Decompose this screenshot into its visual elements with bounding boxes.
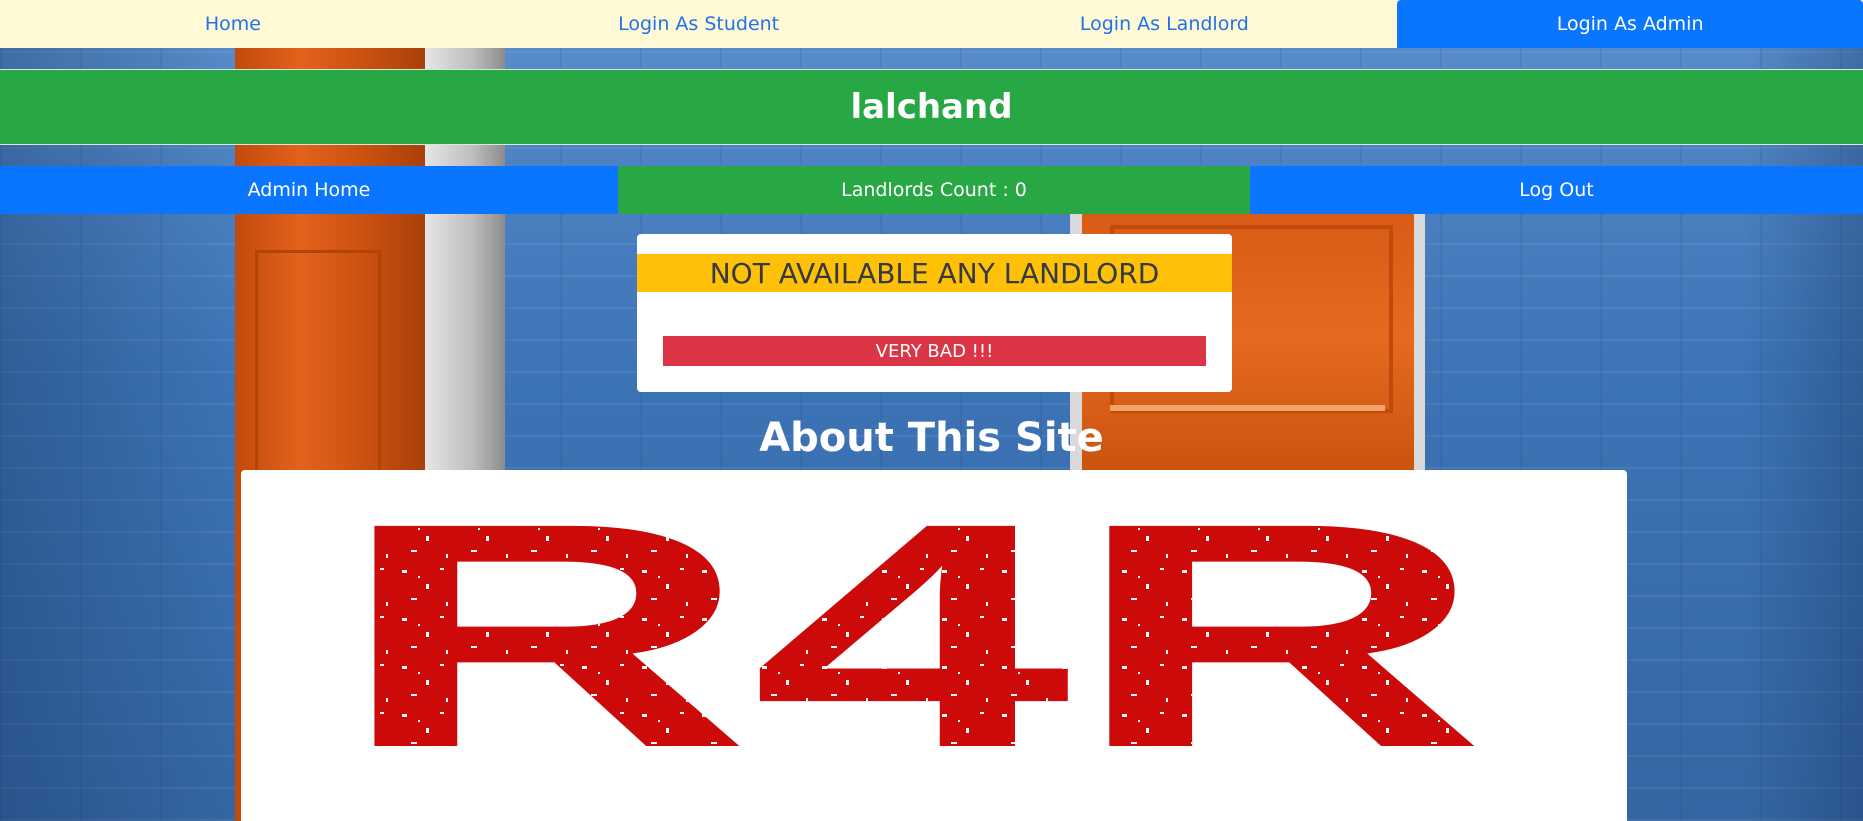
top-navigation: Home Login As Student Login As Landlord … <box>0 0 1863 48</box>
page-title: lalchand <box>850 87 1013 127</box>
no-landlord-warning: NOT AVAILABLE ANY LANDLORD <box>637 254 1232 292</box>
logo-texture: R4R <box>336 514 1486 754</box>
nav-home-link[interactable]: Home <box>0 0 466 48</box>
status-alert: VERY BAD !!! <box>663 336 1206 366</box>
nav-login-student-link[interactable]: Login As Student <box>466 0 932 48</box>
nav-login-landlord-link[interactable]: Login As Landlord <box>932 0 1398 48</box>
header-bar: lalchand <box>0 69 1863 145</box>
nav-login-admin-link[interactable]: Login As Admin <box>1397 0 1863 48</box>
landlords-count-badge: Landlords Count : 0 <box>618 166 1250 214</box>
admin-toolbar: Admin Home Landlords Count : 0 Log Out <box>0 166 1863 214</box>
notice-card: NOT AVAILABLE ANY LANDLORD VERY BAD !!! <box>637 234 1232 392</box>
site-logo: R4R R4R <box>336 514 1486 754</box>
about-card: R4R R4R <box>241 470 1627 821</box>
logo-svg: R4R R4R <box>336 514 1486 754</box>
about-heading: About This Site <box>759 415 1104 461</box>
admin-home-button[interactable]: Admin Home <box>0 166 618 214</box>
logout-button[interactable]: Log Out <box>1250 166 1863 214</box>
